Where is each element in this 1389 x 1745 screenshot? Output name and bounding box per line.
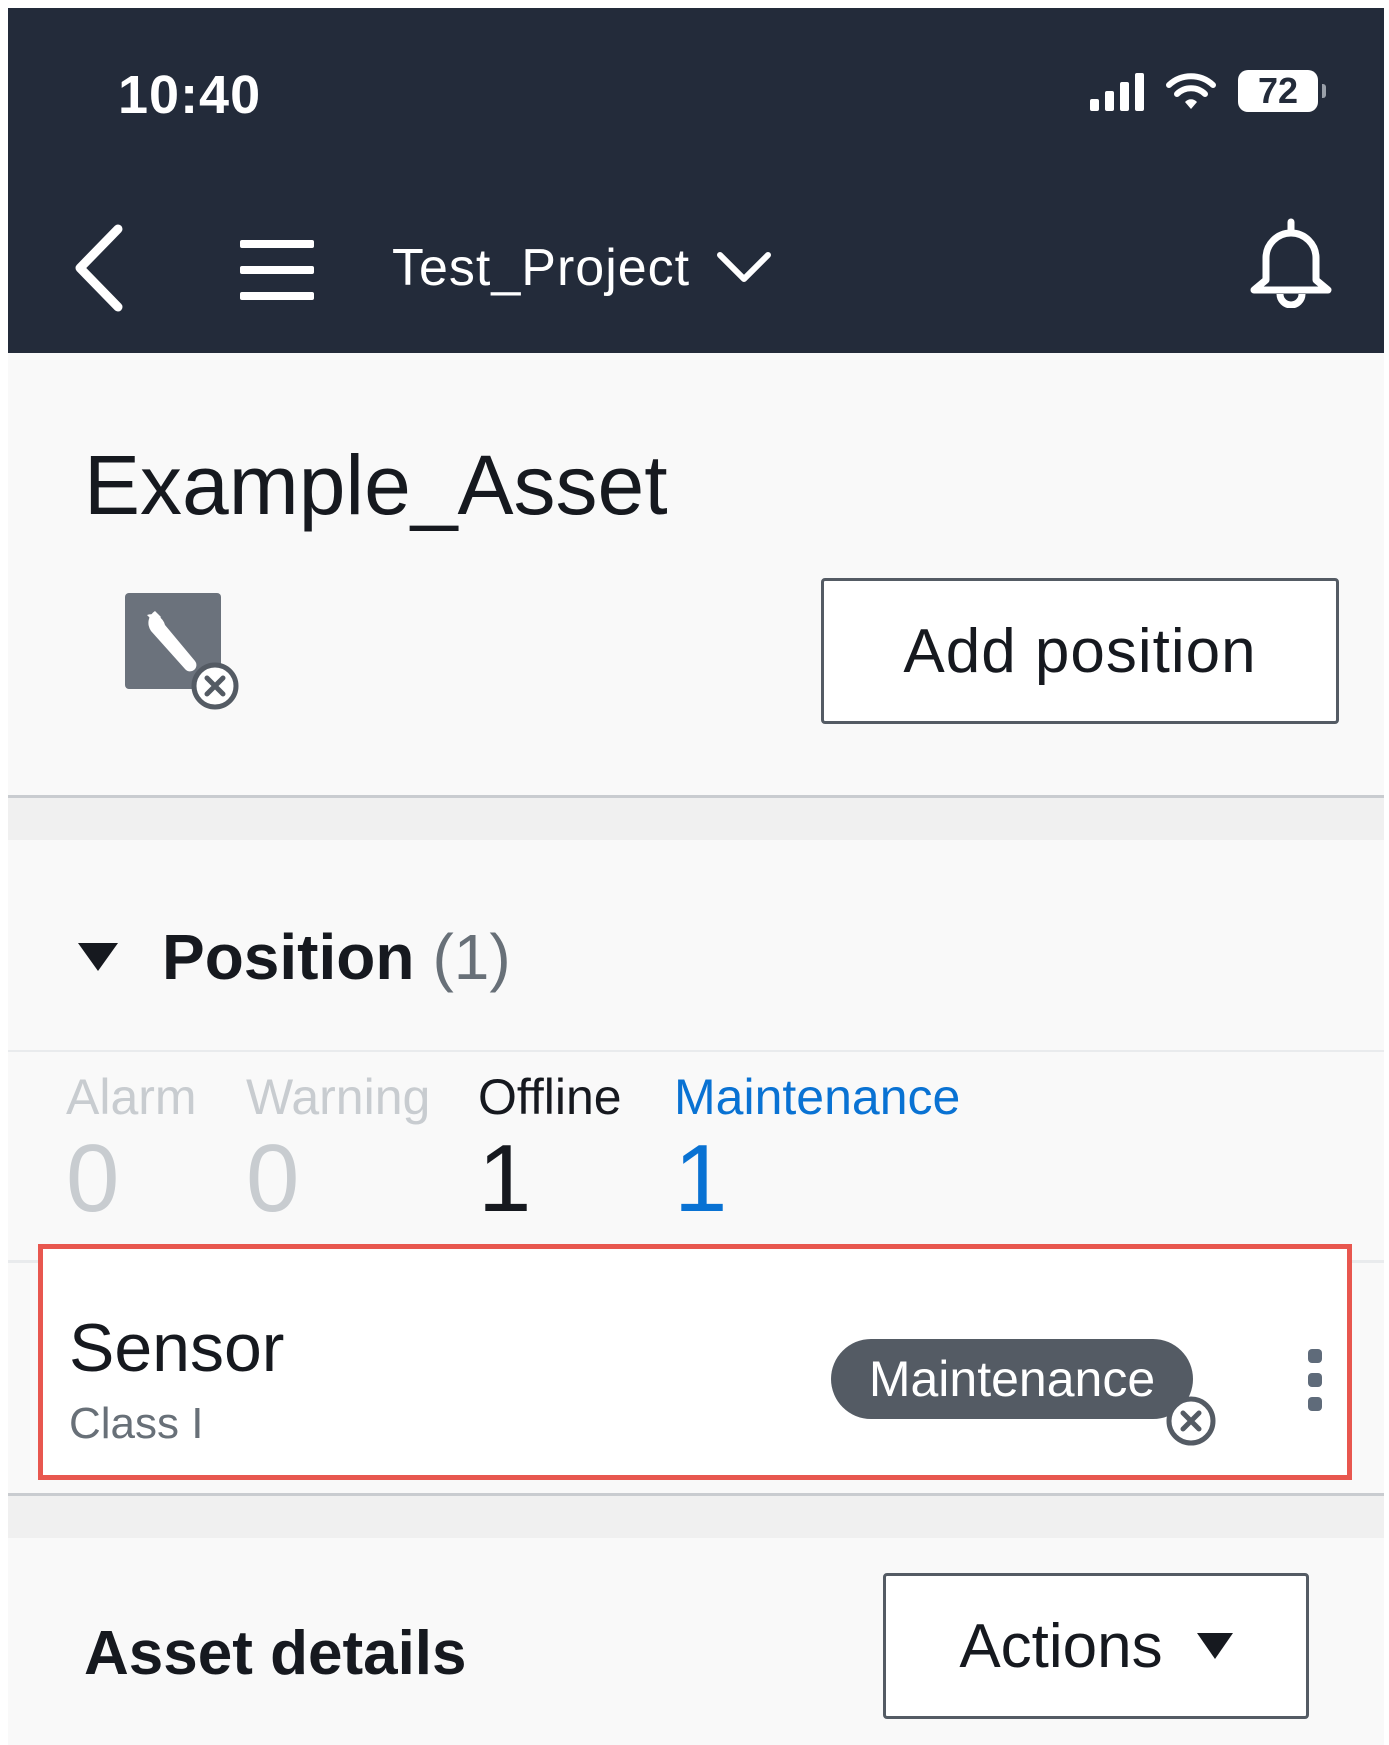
- position-class: Class I: [69, 1399, 204, 1448]
- alarm-value: 0: [66, 1125, 120, 1232]
- warning-label: Warning: [246, 1069, 431, 1125]
- chevron-down-icon: [717, 252, 772, 282]
- position-title: Position: [162, 921, 415, 993]
- position-section: Position (1) Alarm 0 Warning 0 Offline 1…: [8, 840, 1384, 1485]
- top-bar: 10:40 72 Test_Project: [8, 8, 1384, 353]
- offline-value: 1: [478, 1125, 532, 1232]
- status-badge: Maintenance: [831, 1339, 1193, 1419]
- wifi-icon: [1166, 73, 1216, 109]
- app-screen: 10:40 72 Test_Project Example_Asset Add …: [8, 8, 1384, 1745]
- maintenance-value: 1: [674, 1125, 728, 1232]
- notification-bell-icon[interactable]: [1246, 218, 1336, 308]
- maintenance-x-icon: [1166, 1396, 1216, 1446]
- project-name: Test_Project: [392, 239, 691, 297]
- asset-title: Example_Asset: [84, 438, 668, 532]
- status-icons: 72: [1090, 70, 1326, 112]
- section-divider: [8, 1493, 1384, 1541]
- alarm-label: Alarm: [66, 1069, 197, 1125]
- status-time: 10:40: [118, 65, 262, 125]
- hamburger-menu-icon[interactable]: [240, 240, 314, 318]
- project-selector[interactable]: Test_Project: [392, 238, 772, 298]
- maintenance-label: Maintenance: [674, 1069, 961, 1125]
- cellular-signal-icon: [1090, 71, 1144, 111]
- maintenance-count[interactable]: Maintenance 1: [674, 1068, 960, 1234]
- caret-down-icon: [1196, 1633, 1233, 1659]
- asset-details-section: Asset details Actions: [8, 1538, 1384, 1745]
- add-position-button[interactable]: Add position: [821, 578, 1339, 724]
- offline-label: Offline: [478, 1069, 622, 1125]
- battery-icon: 72: [1238, 70, 1326, 112]
- position-header-toggle[interactable]: Position (1): [78, 920, 511, 994]
- back-arrow-icon[interactable]: [70, 223, 130, 313]
- section-divider: [8, 795, 1384, 843]
- actions-dropdown-button[interactable]: Actions: [883, 1573, 1309, 1719]
- asset-header: Example_Asset Add position: [8, 353, 1384, 803]
- asset-details-title: Asset details: [84, 1619, 467, 1688]
- divider: [8, 1050, 1384, 1052]
- alarm-count[interactable]: Alarm 0: [66, 1068, 197, 1234]
- warning-value: 0: [246, 1125, 300, 1232]
- battery-level: 72: [1257, 70, 1299, 111]
- position-list-item[interactable]: Sensor Class I Maintenance: [38, 1244, 1352, 1480]
- offline-count[interactable]: Offline 1: [478, 1068, 622, 1234]
- more-options-icon[interactable]: [1308, 1349, 1322, 1421]
- warning-count[interactable]: Warning 0: [246, 1068, 430, 1234]
- maintenance-wrench-icon: [125, 593, 239, 710]
- position-name: Sensor: [69, 1310, 285, 1386]
- actions-label: Actions: [959, 1611, 1163, 1681]
- position-count: (1): [432, 921, 511, 993]
- caret-down-icon: [78, 943, 118, 971]
